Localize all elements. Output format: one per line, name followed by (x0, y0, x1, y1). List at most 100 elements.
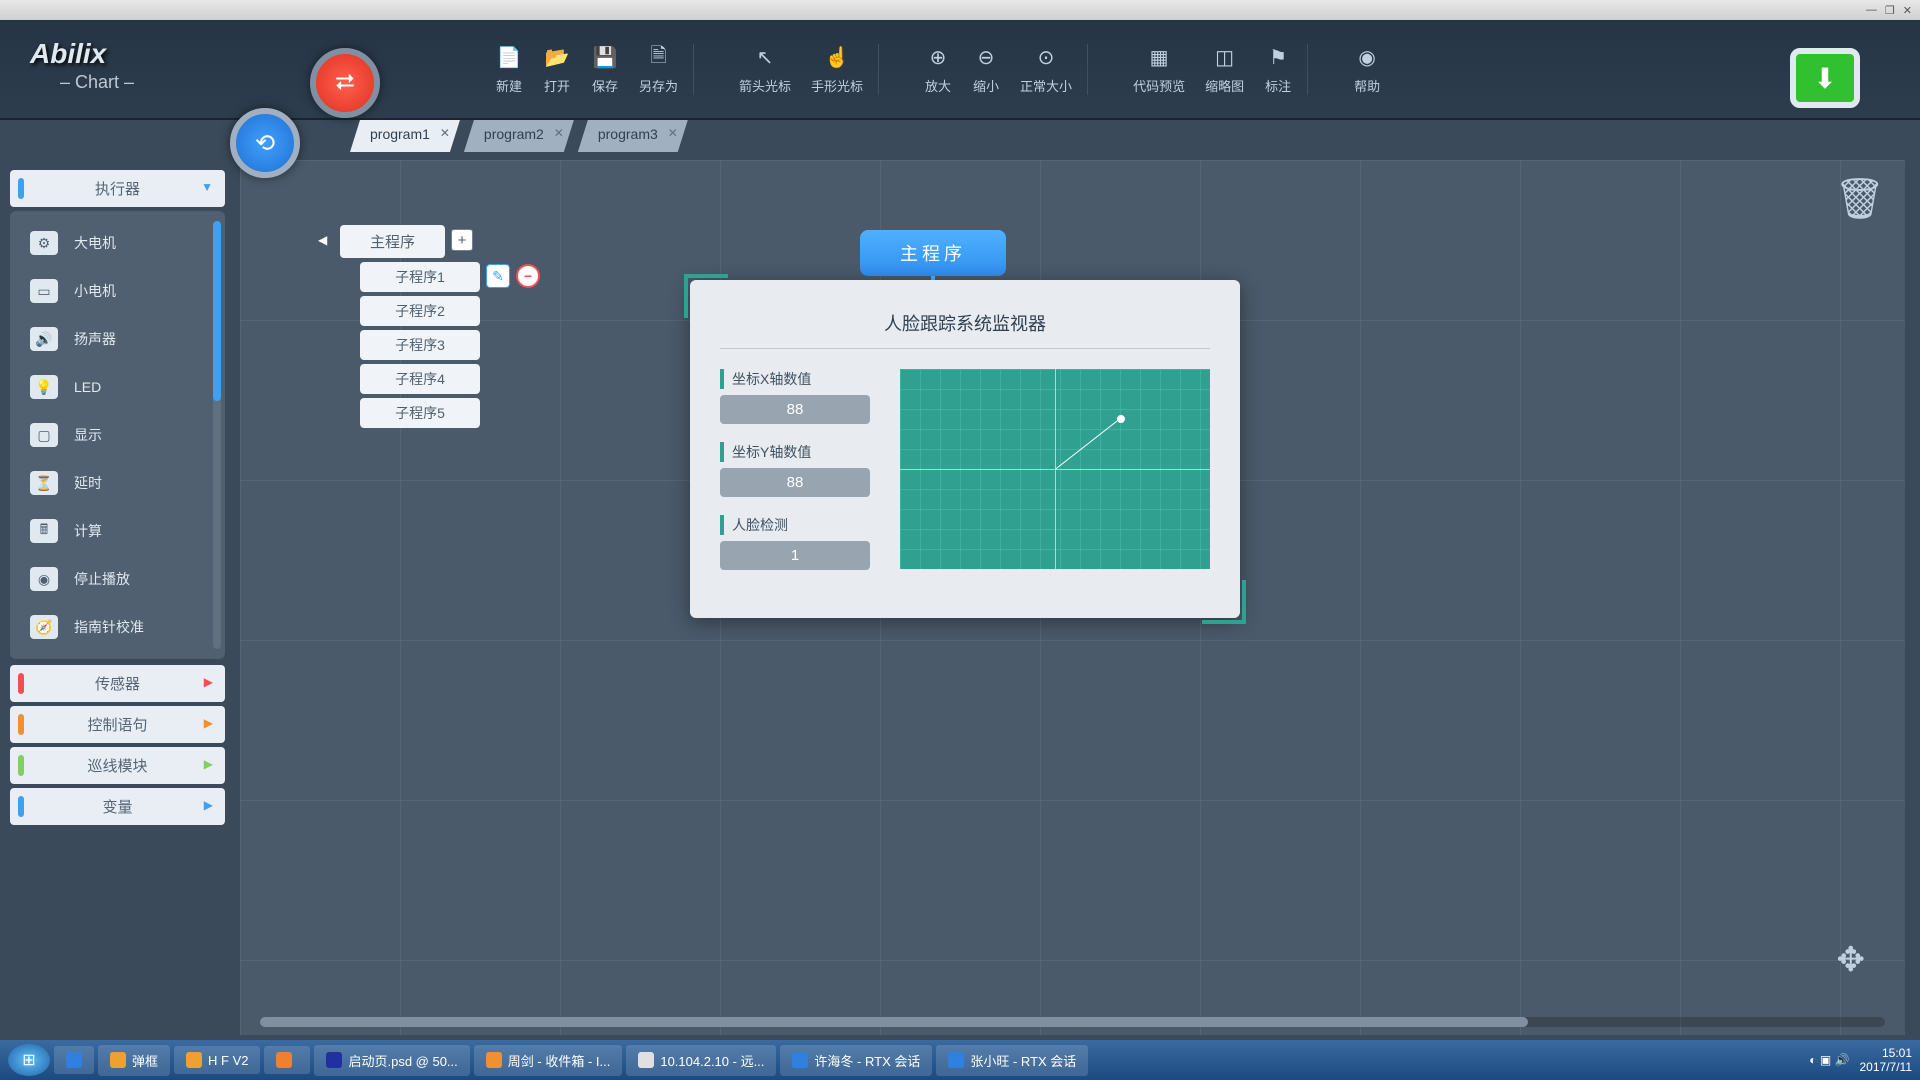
close-button[interactable]: ✕ (1903, 4, 1912, 17)
subprogram-4[interactable]: 子程序4 (360, 364, 480, 394)
hand-cursor-button[interactable]: ☝手形光标 (811, 44, 863, 95)
move-icon[interactable]: ✥ (1837, 940, 1866, 980)
category-variable[interactable]: 变量▶ (10, 788, 225, 825)
block-big-motor[interactable]: ⚙大电机 (10, 219, 225, 267)
saveas-button[interactable]: 🗎另存为 (639, 44, 678, 95)
save-icon: 💾 (591, 44, 619, 72)
main-program-block[interactable]: 主程序 (860, 230, 1006, 276)
start-button[interactable]: ⊞ (8, 1044, 50, 1076)
subprogram-1[interactable]: 子程序1✎− (360, 262, 480, 292)
taskbar-item[interactable]: 10.104.2.10 - 远... (626, 1045, 776, 1076)
tree-main-program[interactable]: ◀ 主程序 + (340, 225, 445, 258)
taskbar-item[interactable]: H F V2 (174, 1046, 260, 1074)
taskbar-item[interactable]: 启动页.psd @ 50... (314, 1045, 469, 1076)
loop-button[interactable]: ⟲ (230, 108, 300, 178)
code-preview-button[interactable]: ▦代码预览 (1133, 44, 1185, 95)
subprogram-list: 子程序1✎− 子程序2 子程序3 子程序4 子程序5 (360, 262, 480, 428)
taskbar-item[interactable] (264, 1046, 310, 1074)
field-y: 坐标Y轴数值 88 (720, 442, 870, 497)
logo-area: Abilix – Chart – (0, 20, 280, 118)
new-icon: 📄 (495, 44, 523, 72)
windows-taskbar: ⊞ 弹框 H F V2 启动页.psd @ 50... 周剑 - 收件箱 - I… (0, 1040, 1920, 1080)
close-icon[interactable]: ✕ (554, 126, 564, 140)
speaker-icon: 🔊 (30, 327, 58, 351)
system-tray[interactable]: ◐ ▣ 🔊 15:01 2017/7/11 (1809, 1046, 1912, 1075)
chevron-right-icon: ▶ (204, 675, 213, 689)
chevron-right-icon: ▶ (204, 716, 213, 730)
thumbnail-icon: ◫ (1211, 44, 1239, 72)
block-speaker[interactable]: 🔊扬声器 (10, 315, 225, 363)
taskbar-item[interactable]: 张小旺 - RTX 会话 (936, 1045, 1088, 1076)
delete-icon[interactable]: − (516, 264, 540, 288)
close-icon[interactable]: ✕ (668, 126, 678, 140)
trash-icon[interactable]: 🗑 (1834, 175, 1885, 222)
download-icon: ⬇ (1813, 62, 1836, 95)
saveas-icon: 🗎 (645, 44, 673, 72)
open-button[interactable]: 📂打开 (543, 44, 571, 95)
y-value: 88 (720, 468, 870, 497)
taskbar-item[interactable]: 周剑 - 收件箱 - I... (474, 1045, 623, 1076)
category-control[interactable]: 控制语句▶ (10, 706, 225, 743)
tab-program2[interactable]: program2✕ (464, 120, 574, 152)
hourglass-icon: ⏳ (30, 471, 58, 495)
detect-value: 1 (720, 541, 870, 570)
subprogram-3[interactable]: 子程序3 (360, 330, 480, 360)
calc-icon: 🖩 (30, 519, 58, 543)
toolbar-view-group: ▦代码预览 ◫缩略图 ⚑标注 (1118, 44, 1308, 95)
block-compass[interactable]: 🧭指南针校准 (10, 603, 225, 651)
zoom-in-button[interactable]: ⊕放大 (924, 44, 952, 95)
connect-button[interactable]: ⮂ (310, 48, 380, 118)
dialog-title: 人脸跟踪系统监视器 (720, 310, 1210, 349)
tray-icons[interactable]: ◐ ▣ 🔊 (1809, 1053, 1849, 1067)
annotate-button[interactable]: ⚑标注 (1264, 44, 1292, 95)
subprogram-2[interactable]: 子程序2 (360, 296, 480, 326)
flag-icon: ⚑ (1264, 44, 1292, 72)
maximize-button[interactable]: ❐ (1885, 4, 1895, 17)
taskbar-item[interactable]: 弹框 (98, 1045, 170, 1076)
taskbar-ie[interactable] (54, 1046, 94, 1074)
tab-program1[interactable]: program1✕ (350, 120, 460, 152)
app-logo-text: Abilix (30, 38, 106, 70)
arrow-cursor-button[interactable]: ↖箭头光标 (739, 44, 791, 95)
link-icon: ⮂ (335, 69, 354, 97)
tab-program3[interactable]: program3✕ (578, 120, 688, 152)
toolbar-zoom-group: ⊕放大 ⊖缩小 ⊙正常大小 (909, 44, 1088, 95)
minimize-button[interactable]: — (1866, 4, 1877, 16)
clock[interactable]: 15:01 2017/7/11 (1860, 1046, 1913, 1075)
add-subprogram-button[interactable]: + (451, 229, 473, 251)
save-button[interactable]: 💾保存 (591, 44, 619, 95)
download-button[interactable]: ⬇ (1790, 48, 1860, 108)
category-actuator[interactable]: 执行器▼ (10, 170, 225, 207)
loop-icon: ⟲ (255, 129, 275, 158)
close-icon[interactable]: ✕ (440, 126, 450, 140)
folder-icon (110, 1052, 126, 1068)
subprogram-5[interactable]: 子程序5 (360, 398, 480, 428)
block-delay[interactable]: ⏳延时 (10, 459, 225, 507)
category-linefollow[interactable]: 巡线模块▶ (10, 747, 225, 784)
arrow-icon: ↖ (751, 44, 779, 72)
taskbar-item[interactable]: 许海冬 - RTX 会话 (780, 1045, 932, 1076)
help-button[interactable]: ◉帮助 (1353, 44, 1381, 95)
zoom-out-button[interactable]: ⊖缩小 (972, 44, 1000, 95)
open-icon: 📂 (543, 44, 571, 72)
block-display[interactable]: ▢显示 (10, 411, 225, 459)
rtx-icon (948, 1052, 964, 1068)
chevron-right-icon: ▶ (204, 757, 213, 771)
canvas-hscrollbar[interactable] (260, 1017, 1885, 1027)
block-calc[interactable]: 🖩计算 (10, 507, 225, 555)
sidebar-scrollbar[interactable] (213, 221, 221, 649)
thumbnail-button[interactable]: ◫缩略图 (1205, 44, 1244, 95)
chevron-down-icon: ▼ (201, 180, 213, 194)
block-stop[interactable]: ◉停止播放 (10, 555, 225, 603)
new-button[interactable]: 📄新建 (495, 44, 523, 95)
document-tabs: program1✕ program2✕ program3✕ (350, 120, 692, 152)
block-led[interactable]: 💡LED (10, 363, 225, 411)
sidebar: 执行器▼ ⚙大电机 ▭小电机 🔊扬声器 💡LED ▢显示 ⏳延时 🖩计算 ◉停止… (10, 170, 225, 1030)
category-sensor[interactable]: 传感器▶ (10, 665, 225, 702)
zoom-reset-button[interactable]: ⊙正常大小 (1020, 44, 1072, 95)
edit-icon[interactable]: ✎ (486, 264, 510, 288)
canvas[interactable]: 🗑 ✥ ◀ 主程序 + 子程序1✎− 子程序2 子程序3 子程序4 子程序5 主… (240, 160, 1905, 1035)
tracking-chart (900, 369, 1210, 569)
collapse-icon[interactable]: ◀ (318, 233, 327, 247)
block-small-motor[interactable]: ▭小电机 (10, 267, 225, 315)
